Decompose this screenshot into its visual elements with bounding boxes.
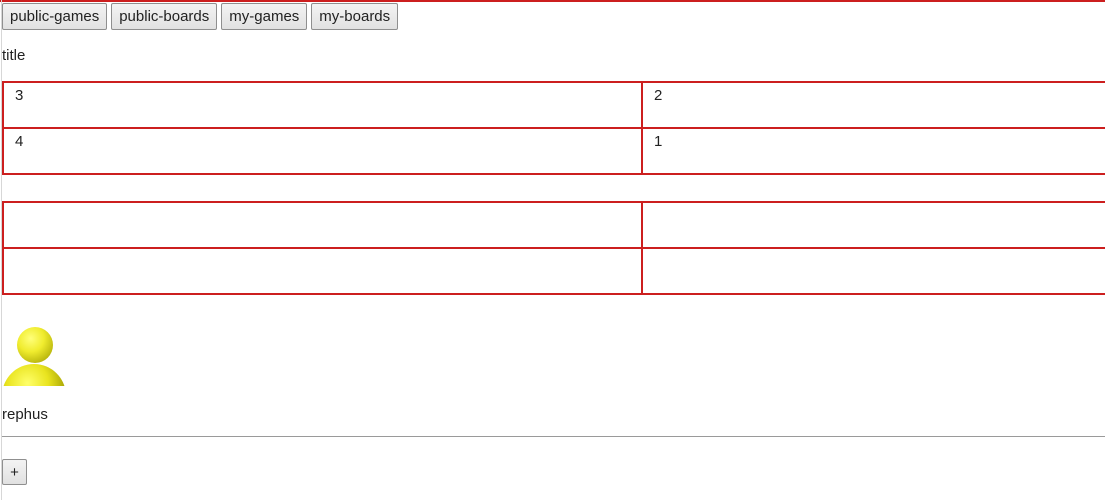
board-cell[interactable]: 1 xyxy=(641,127,1105,175)
page-title: title xyxy=(2,47,26,64)
username: rephus xyxy=(2,406,48,423)
nav-bar: public-games public-boards my-games my-b… xyxy=(2,3,399,30)
board-grid-2 xyxy=(2,201,1105,295)
board-row xyxy=(2,247,1105,295)
board-cell[interactable] xyxy=(2,201,643,249)
add-button[interactable]: + xyxy=(2,459,27,485)
avatar-body xyxy=(2,364,66,386)
public-boards-button[interactable]: public-boards xyxy=(111,3,218,30)
user-avatar-icon xyxy=(2,326,66,386)
board-cell[interactable]: 3 xyxy=(2,81,643,129)
page: public-games public-boards my-games my-b… xyxy=(0,0,1105,500)
board-cell[interactable]: 2 xyxy=(641,81,1105,129)
board-cell[interactable] xyxy=(641,201,1105,249)
public-games-button[interactable]: public-games xyxy=(2,3,108,30)
board-row: 3 2 xyxy=(2,81,1105,129)
board-grid-1: 3 2 4 1 xyxy=(2,81,1105,175)
board-cell[interactable] xyxy=(2,247,643,295)
top-border xyxy=(0,0,1105,2)
board-cell[interactable] xyxy=(641,247,1105,295)
my-games-button[interactable]: my-games xyxy=(221,3,308,30)
board-row: 4 1 xyxy=(2,127,1105,175)
board-cell[interactable]: 4 xyxy=(2,127,643,175)
board-row xyxy=(2,201,1105,249)
divider xyxy=(2,436,1105,437)
my-boards-button[interactable]: my-boards xyxy=(311,3,399,30)
avatar-head xyxy=(17,327,53,363)
